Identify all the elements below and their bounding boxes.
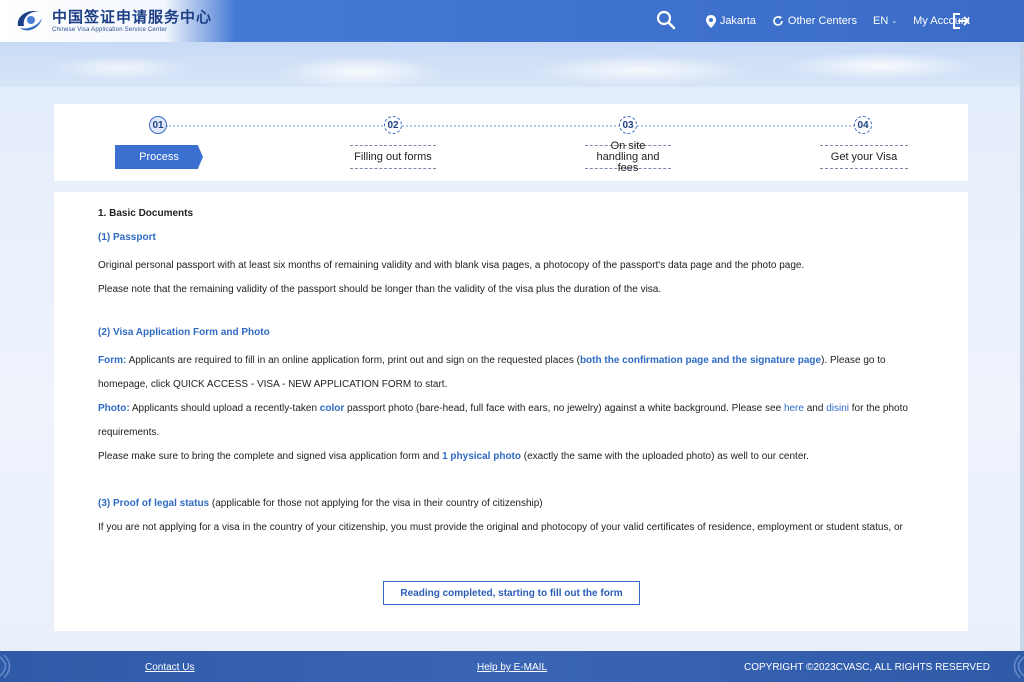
step-tab-get-visa[interactable]: Get your Visa	[820, 145, 908, 169]
content-card: 1. Basic Documents (1) Passport Original…	[54, 192, 968, 631]
legal-status-heading: (3) Proof of legal status (applicable fo…	[98, 492, 928, 516]
photo-text-b: passport photo (bare-head, full face wit…	[344, 403, 784, 414]
logo-icon	[17, 10, 42, 31]
language-label: EN	[872, 15, 889, 27]
photo-here-link[interactable]: here	[784, 403, 804, 414]
banner-clouds	[0, 42, 1024, 87]
form-label: Form:	[98, 355, 127, 366]
bring-text-b: (exactly the same with the uploaded phot…	[521, 451, 809, 462]
other-centers-label: Other Centers	[787, 15, 857, 27]
other-centers-link[interactable]: Other Centers	[772, 15, 857, 27]
contact-us-link[interactable]: Contact Us	[145, 662, 194, 673]
chevron-down-icon: ⌄	[891, 18, 898, 25]
brand-logo[interactable]: 中国签证申请服务中心 Chinese Visa Application Serv…	[0, 0, 235, 42]
step-tab-process[interactable]: Process	[115, 145, 203, 169]
step-connector	[402, 125, 620, 127]
physical-photo-highlight: 1 physical photo	[442, 451, 521, 462]
step-connector	[166, 125, 386, 127]
copyright-text: COPYRIGHT ©2023CVASC, ALL RIGHTS RESERVE…	[744, 662, 990, 673]
photo-color-highlight: color	[319, 403, 345, 414]
step-number-2: 02	[384, 116, 402, 134]
location-pin-icon	[705, 14, 716, 28]
refresh-icon	[773, 15, 783, 26]
form-pages-highlight: both the confirmation page and the signa…	[579, 355, 822, 366]
start-form-button[interactable]: Reading completed, starting to fill out …	[383, 581, 640, 605]
photo-text-a: Applicants should upload a recently-take…	[129, 403, 320, 414]
documents-content[interactable]: 1. Basic Documents (1) Passport Original…	[98, 206, 928, 546]
search-icon[interactable]	[656, 10, 676, 30]
location-selector[interactable]: Jakarta	[705, 14, 756, 28]
section-title-basic-documents: 1. Basic Documents	[98, 208, 194, 219]
page-footer: Contact Us Help by E-MAIL COPYRIGHT ©202…	[0, 651, 1024, 682]
brand-name-en: Chinese Visa Application Service Center	[52, 26, 168, 33]
footer-ornament-icon	[0, 654, 11, 679]
step-connector	[637, 125, 855, 127]
header-nav: Jakarta Other Centers EN ⌄ My Account	[690, 0, 970, 42]
legal-status-note: (applicable for those not applying for t…	[209, 498, 543, 509]
step-tab-filling-forms[interactable]: Filling out forms	[350, 145, 436, 169]
logout-icon[interactable]	[951, 11, 971, 31]
help-email-link[interactable]: Help by E-MAIL	[477, 662, 547, 673]
footer-ornament-icon	[1013, 654, 1024, 679]
bring-text-a: Please make sure to bring the complete a…	[98, 451, 443, 462]
photo-and-text: and	[803, 403, 827, 414]
subsection-title-passport: (1) Passport	[98, 232, 156, 243]
subsection-title-form-photo: (2) Visa Application Form and Photo	[98, 327, 270, 338]
process-steps: 01 02 03 04 Process Filling out forms On…	[54, 104, 968, 181]
content-fade	[54, 532, 968, 552]
subsection-title-legal-status: (3) Proof of legal status	[98, 498, 210, 509]
language-selector[interactable]: EN ⌄	[873, 15, 897, 27]
step-number-4: 04	[854, 116, 872, 134]
form-requirement: Form: Applicants are required to fill in…	[98, 349, 928, 397]
passport-validity-note: Please note that the remaining validity …	[98, 284, 662, 295]
step-number-3: 03	[619, 116, 637, 134]
step-number-1: 01	[149, 116, 167, 134]
step-tab-onsite-handling[interactable]: On site handling and fees	[585, 140, 671, 173]
passport-requirement: Original personal passport with at least…	[98, 260, 805, 271]
photo-requirement: Photo: Applicants should upload a recent…	[98, 397, 928, 445]
brand-name-cn: 中国签证申请服务中心	[52, 7, 213, 26]
form-text-a: Applicants are required to fill in an on…	[126, 355, 580, 366]
photo-label: Photo:	[98, 403, 130, 414]
location-label: Jakarta	[719, 15, 756, 27]
photo-disini-link[interactable]: disini	[826, 403, 849, 414]
page-scrollbar[interactable]	[1020, 42, 1024, 651]
top-header: 中国签证申请服务中心 Chinese Visa Application Serv…	[0, 0, 1024, 42]
bring-documents-note: Please make sure to bring the complete a…	[98, 445, 928, 469]
